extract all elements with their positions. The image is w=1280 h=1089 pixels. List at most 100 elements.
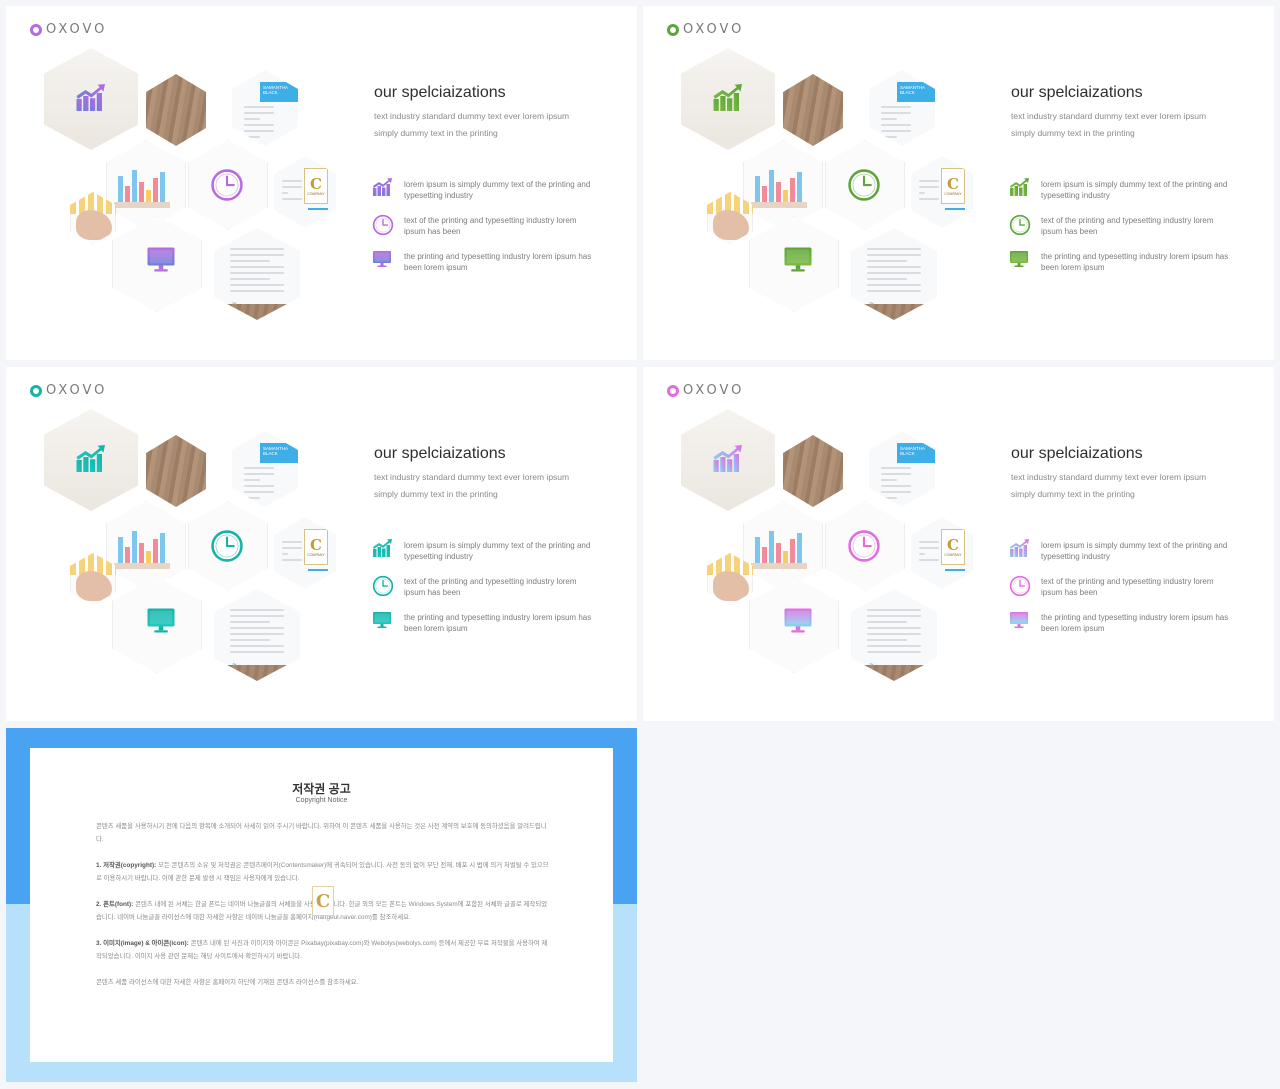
slide-subtitle: text industry standard dummy text ever l… [374,472,570,499]
growth-chart-icon [75,445,105,477]
document-line [230,254,284,256]
hex-tile-wood [146,435,206,507]
feature-item: lorem ipsum is simply dummy text of the … [1009,178,1229,201]
document-line [919,547,939,549]
document-line [867,254,921,256]
notice-paragraph-text: 콘텐츠 세품을 사용하시기 전에 다음의 항목에 소개되어 사세히 읽어 주시기… [96,823,547,843]
card-name: SAMANTHA BLACK [900,85,925,95]
wood-edge [851,304,937,320]
document-line [919,559,939,561]
feature-item: the printing and typesetting industry lo… [1009,250,1229,273]
document-line [867,278,907,280]
watermark-logo: C [312,886,334,916]
wood-edge [214,304,300,320]
document-line [244,473,274,475]
growth-chart-icon [75,84,105,116]
feature-item: text of the printing and typesetting ind… [372,214,592,237]
document-line [244,479,260,481]
monitor-icon [372,611,392,631]
document-line [282,553,288,555]
document-line [881,124,911,126]
feature-item: text of the printing and typesetting ind… [372,575,592,598]
document-line [230,609,284,611]
document-line [919,192,925,194]
feature-item: text of the printing and typesetting ind… [1009,575,1229,598]
document-line [867,266,921,268]
card-header: SAMANTHA BLACK [260,443,298,463]
feature-text: the printing and typesetting industry lo… [404,613,592,633]
hex-tile-growth [681,409,775,511]
document-line [230,266,284,268]
brand-logo: OXOVO [667,383,744,398]
badge-logo: C COMPANY [941,529,965,565]
hex-tile-business-card: SAMANTHA BLACK [869,431,935,507]
slide-title: our spelciaizations [374,445,506,462]
document-line [919,541,939,543]
clock-icon [372,214,394,236]
feature-item: lorem ipsum is simply dummy text of the … [372,539,592,562]
hand-photo [713,571,749,601]
document-line [230,615,284,617]
document-line [919,186,939,188]
hex-tile-monitor [112,216,202,312]
badge-accent-line [945,569,965,571]
document-line [919,180,939,182]
feature-text: lorem ipsum is simply dummy text of the … [1041,180,1228,200]
badge-letter: C [947,175,959,193]
document-line [867,621,907,623]
document-line [282,559,302,561]
badge-accent-line [945,208,965,210]
wood-edge [214,665,300,681]
notice-card: 저작권 공고 Copyright Notice 콘텐츠 세품을 사용하시기 전에… [30,748,613,1062]
document-line [282,192,288,194]
badge-accent-line [308,569,328,571]
document-line [867,615,921,617]
feature-item: the printing and typesetting industry lo… [372,611,592,634]
growth-chart-icon [372,178,392,198]
clock-icon [1009,214,1031,236]
growth-chart-icon [712,445,742,477]
clock-icon [847,168,881,207]
hex-tile-wood [783,435,843,507]
feature-text: the printing and typesetting industry lo… [1041,252,1229,272]
badge-text: COMPANY [944,192,962,196]
document-line [230,290,284,292]
logo-ring-icon [30,384,42,397]
document-line [244,112,274,114]
document-line [244,467,274,469]
document-line [867,651,921,653]
document-line [881,130,911,132]
growth-chart-icon [1009,539,1029,559]
feature-text: lorem ipsum is simply dummy text of the … [404,180,591,200]
logo-text: OXOVO [46,383,108,398]
document-line [881,479,897,481]
document-line [244,124,274,126]
hand-photo [76,210,112,240]
document-line [881,491,911,493]
bar-chart-photo-icon [751,531,807,569]
document-line [867,272,921,274]
badge-logo: C COMPANY [304,168,328,204]
badge-letter: C [947,536,959,554]
clock-icon [210,168,244,207]
logo-ring-icon [30,23,42,36]
hex-tile-monitor [749,216,839,312]
hand-photo [76,571,112,601]
feature-text: lorem ipsum is simply dummy text of the … [1041,541,1228,561]
document-line [230,651,284,653]
notice-paragraph-text: 모든 콘텐츠의 소유 및 저작권은 콘텐츠메이커(Contentsmaker)에… [96,862,549,882]
clock-icon [372,575,394,597]
clock-icon [210,529,244,568]
document-line [867,290,921,292]
document-line [244,497,260,499]
feature-item: lorem ipsum is simply dummy text of the … [1009,539,1229,562]
document-line [881,136,897,138]
document-line [244,106,274,108]
copyright-notice-slide: 저작권 공고 Copyright Notice 콘텐츠 세품을 사용하시기 전에… [6,728,637,1082]
card-header: SAMANTHA BLACK [897,82,935,102]
document-line [282,180,302,182]
document-line [881,118,897,120]
document-line [230,284,284,286]
hex-tile-bar-chart [743,140,823,230]
card-name: SAMANTHA BLACK [263,446,288,456]
